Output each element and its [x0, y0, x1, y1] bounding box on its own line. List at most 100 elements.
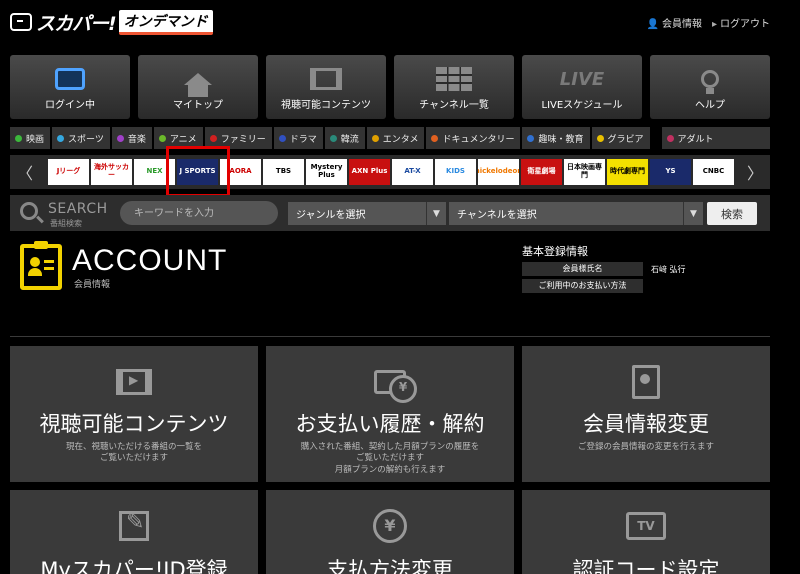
- genre-label: 趣味・教育: [538, 134, 584, 145]
- film-stack-icon: [116, 369, 152, 395]
- member-name-row: 会員様氏名 石﨑 弘行: [522, 262, 686, 276]
- genre-select[interactable]: ジャンルを選択 ▼: [288, 202, 446, 225]
- genre-dot-icon: [371, 134, 379, 142]
- card-description: 現在、視聴いただける番組の一覧を ご覧いただけます: [65, 442, 202, 464]
- genre-adult[interactable]: アダルト: [661, 127, 770, 149]
- genre-korean[interactable]: 韓流: [324, 127, 365, 149]
- nav-label: マイトップ: [173, 100, 223, 111]
- film-icon: [310, 68, 342, 90]
- search-button[interactable]: 検索: [707, 202, 757, 225]
- tv-icon: TV: [626, 512, 666, 540]
- card-description: 購入された番組、契約した月額プランの履歴を ご覧いただけます 月額プランの解約も…: [300, 442, 480, 475]
- channel-logo-nickelodeon[interactable]: nickelodeon: [478, 159, 519, 185]
- genre-entertainment[interactable]: エンタメ: [366, 127, 425, 149]
- channel-logo-jsports[interactable]: J SPORTS: [177, 159, 218, 185]
- payment-yen-icon: [374, 370, 417, 403]
- main-nav: ログイン中 マイトップ 視聴可能コンテンツ チャンネル一覧 LIVE LIVEス…: [10, 55, 770, 119]
- genre-label: エンタメ: [382, 134, 419, 145]
- nav-label: チャンネル一覧: [419, 100, 489, 111]
- genre-dot-icon: [116, 134, 124, 142]
- genre-select-value: ジャンルを選択: [296, 210, 366, 221]
- card-viewable-contents[interactable]: 視聴可能コンテンツ 現在、視聴いただける番組の一覧を ご覧いただけます: [10, 346, 258, 482]
- chevron-down-icon: ▼: [683, 202, 703, 225]
- carousel-next-arrow-icon[interactable]: 〉: [740, 155, 770, 189]
- yen-coin-icon: ¥: [373, 509, 407, 543]
- channel-logo-atx[interactable]: AT-X: [392, 159, 433, 185]
- lightbulb-icon: [701, 70, 719, 94]
- nav-mytop[interactable]: マイトップ: [138, 55, 258, 119]
- payment-method-label: ご利用中のお支払い方法: [522, 279, 643, 293]
- channel-logo-cnbc[interactable]: CNBC: [693, 159, 734, 185]
- genre-label: 韓流: [340, 134, 359, 145]
- channel-logo-eisei-gekijo[interactable]: 衛星劇場: [521, 159, 562, 185]
- genre-music[interactable]: 音楽: [111, 127, 152, 149]
- genre-label: 映画: [26, 134, 45, 145]
- member-info-label: 会員情報: [661, 19, 702, 30]
- basic-info-heading: 基本登録情報: [522, 245, 588, 258]
- channel-logo-kids[interactable]: KIDS: [435, 159, 476, 185]
- card-title: 会員情報変更: [583, 412, 709, 436]
- nav-login[interactable]: ログイン中: [10, 55, 130, 119]
- channel-logo-mystery-plus[interactable]: Mystery Plus: [306, 159, 347, 185]
- search-title: SEARCH: [48, 201, 108, 217]
- genre-dot-icon: [666, 134, 674, 142]
- card-auth-code-setting[interactable]: TV 認証コード設定: [522, 490, 770, 574]
- genre-dot-icon: [527, 134, 535, 142]
- card-title: お支払い履歴・解約: [295, 412, 485, 436]
- payment-method-row: ご利用中のお支払い方法: [522, 279, 651, 293]
- member-info-link[interactable]: 👤 会員情報: [647, 15, 702, 30]
- nav-help[interactable]: ヘルプ: [650, 55, 770, 119]
- genre-dot-icon: [158, 134, 166, 142]
- edit-pen-icon: [119, 510, 149, 541]
- logo-main-text: スカパー!: [36, 12, 117, 35]
- channel-logo-tbs[interactable]: TBS: [263, 159, 304, 185]
- header: スカパー! オンデマンド 👤 会員情報 ▸ ログアウト: [0, 0, 800, 44]
- card-member-info-change[interactable]: 会員情報変更 ご登録の会員情報の変更を行えます: [522, 346, 770, 482]
- keyword-search-input[interactable]: [120, 201, 278, 225]
- card-myskyperfect-id[interactable]: Myスカパー!ID登録: [10, 490, 258, 574]
- chevron-down-icon: ▼: [426, 202, 446, 225]
- channel-logo-overseas-soccer[interactable]: 海外サッカー: [91, 159, 132, 185]
- carousel-prev-arrow-icon[interactable]: 〈: [10, 155, 40, 189]
- search-icon: [20, 202, 38, 220]
- login-tv-icon: [55, 68, 85, 90]
- genre-drama[interactable]: ドラマ: [273, 127, 323, 149]
- nav-label: ヘルプ: [695, 100, 725, 111]
- search-bar: SEARCH 番組検索 ジャンルを選択 ▼ チャンネルを選択 ▼ 検索: [10, 195, 770, 231]
- section-divider: [10, 336, 770, 337]
- logo-ondemand-text: オンデマンド: [118, 9, 213, 35]
- logout-link[interactable]: ▸ ログアウト: [712, 15, 770, 30]
- card-payment-method-change[interactable]: ¥ 支払方法変更: [266, 490, 514, 574]
- channel-logo-ys[interactable]: YS: [650, 159, 691, 185]
- triangle-icon: ▸: [711, 19, 717, 30]
- channel-logo-jidaigeki[interactable]: 時代劇専門: [607, 159, 648, 185]
- page-title: ACCOUNT: [72, 244, 228, 277]
- member-name-value: 石﨑 弘行: [651, 264, 686, 274]
- channel-logo-list: Jリーグ 海外サッカー NEX J SPORTS AORA TBS Myster…: [48, 159, 734, 185]
- genre-label: ドラマ: [289, 134, 317, 145]
- genre-family[interactable]: ファミリー: [204, 127, 272, 149]
- channel-logo-aora[interactable]: AORA: [220, 159, 261, 185]
- genre-sports[interactable]: スポーツ: [52, 127, 110, 149]
- genre-hobby-education[interactable]: 趣味・教育: [522, 127, 590, 149]
- genre-dot-icon: [15, 134, 22, 142]
- channel-logo-jleague[interactable]: Jリーグ: [48, 159, 89, 185]
- genre-gravure[interactable]: グラビア: [591, 127, 650, 149]
- grid-icon: [436, 67, 472, 91]
- genre-anime[interactable]: アニメ: [153, 127, 203, 149]
- member-doc-icon: [632, 365, 660, 399]
- channel-select[interactable]: チャンネルを選択 ▼: [449, 202, 703, 225]
- skyperfect-ondemand-logo[interactable]: スカパー! オンデマンド: [10, 9, 213, 35]
- genre-documentary[interactable]: ドキュメンタリー: [426, 127, 521, 149]
- nav-viewable-contents[interactable]: 視聴可能コンテンツ: [266, 55, 386, 119]
- genre-movie[interactable]: 映画: [10, 127, 51, 149]
- channel-logo-nex[interactable]: NEX: [134, 159, 175, 185]
- channel-logo-nihon-eiga[interactable]: 日本映画専門: [564, 159, 605, 185]
- card-payment-history[interactable]: お支払い履歴・解約 購入された番組、契約した月額プランの履歴を ご覧いただけます…: [266, 346, 514, 482]
- genre-label: ドキュメンタリー: [442, 134, 515, 145]
- page-subtitle: 会員情報: [74, 280, 111, 290]
- logo-tv-icon: [10, 13, 32, 31]
- nav-channel-list[interactable]: チャンネル一覧: [394, 55, 514, 119]
- channel-logo-axn[interactable]: AXN Plus: [349, 159, 390, 185]
- nav-live-schedule[interactable]: LIVE LIVEスケジュール: [522, 55, 642, 119]
